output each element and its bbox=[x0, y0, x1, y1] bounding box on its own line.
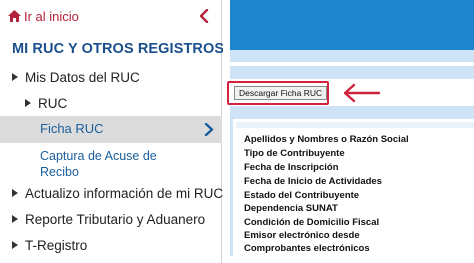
annotation-highlight-box bbox=[227, 81, 329, 105]
field-label: Dependencia SUNAT bbox=[244, 203, 338, 214]
sidebar-item-ruc[interactable]: RUC bbox=[0, 95, 222, 112]
field-label: Estado del Contribuyente bbox=[244, 190, 360, 201]
triangle-right-icon bbox=[12, 189, 18, 198]
sidebar-item-label[interactable]: Ficha RUC bbox=[40, 121, 104, 136]
triangle-right-icon bbox=[12, 215, 18, 224]
field-label: Apellidos y Nombres o Razón Social bbox=[244, 134, 409, 145]
field-label: Fecha de Inscripción bbox=[244, 162, 339, 173]
sidebar-item-reporte-tributario[interactable]: Reporte Tributario y Aduanero bbox=[0, 211, 222, 228]
sidebar-item-label: Actualizo información de mi RUC bbox=[25, 186, 224, 201]
triangle-right-icon bbox=[12, 73, 18, 82]
sidebar-item-t-registro[interactable]: T-Registro bbox=[0, 237, 222, 254]
main-content: Descargar Ficha RUC Apellidos y Nombres … bbox=[223, 0, 474, 263]
arrow-left-icon bbox=[343, 83, 381, 103]
ruc-info-panel: Apellidos y Nombres o Razón Social Tipo … bbox=[230, 116, 474, 256]
sidebar-item-ficha-ruc[interactable] bbox=[0, 116, 222, 143]
sidebar-item-actualizo-informacion[interactable]: Actualizo información de mi RUC bbox=[0, 185, 224, 202]
field-label: Fecha de Inicio de Actividades bbox=[244, 176, 382, 187]
sidebar-item-label: Reporte Tributario y Aduanero bbox=[25, 212, 206, 227]
chevron-left-icon[interactable] bbox=[199, 9, 209, 23]
triangle-right-icon bbox=[25, 99, 31, 108]
header-band-light bbox=[230, 66, 474, 79]
header-band bbox=[230, 0, 474, 50]
sidebar-item-label: RUC bbox=[38, 96, 68, 111]
sidebar-title: MI RUC Y OTROS REGISTROS bbox=[12, 41, 225, 57]
sidebar-item-label: T-Registro bbox=[25, 238, 88, 253]
field-label: Condición de Domicilio Fiscal bbox=[244, 217, 380, 228]
triangle-right-icon bbox=[12, 241, 18, 250]
sidebar-header: Ir al inicio bbox=[0, 0, 222, 34]
chevron-right-icon bbox=[204, 123, 214, 136]
home-link[interactable]: Ir al inicio bbox=[24, 9, 79, 25]
field-label: Comprobantes electrónicos bbox=[244, 243, 370, 254]
field-label: Emisor electrónico desde bbox=[244, 230, 360, 241]
sidebar: Ir al inicio MI RUC Y OTROS REGISTROS Mi… bbox=[0, 0, 225, 263]
separator-band bbox=[230, 106, 474, 116]
home-icon[interactable] bbox=[8, 10, 21, 22]
sidebar-item-captura-acuse[interactable]: Captura de Acuse de Recibo bbox=[40, 148, 190, 180]
sidebar-item-label: Mis Datos del RUC bbox=[25, 70, 140, 85]
field-label: Tipo de Contribuyente bbox=[244, 148, 345, 159]
sidebar-item-mis-datos-del-ruc[interactable]: Mis Datos del RUC bbox=[0, 69, 222, 86]
header-band-light bbox=[230, 50, 474, 62]
info-panel-bg bbox=[236, 122, 474, 128]
